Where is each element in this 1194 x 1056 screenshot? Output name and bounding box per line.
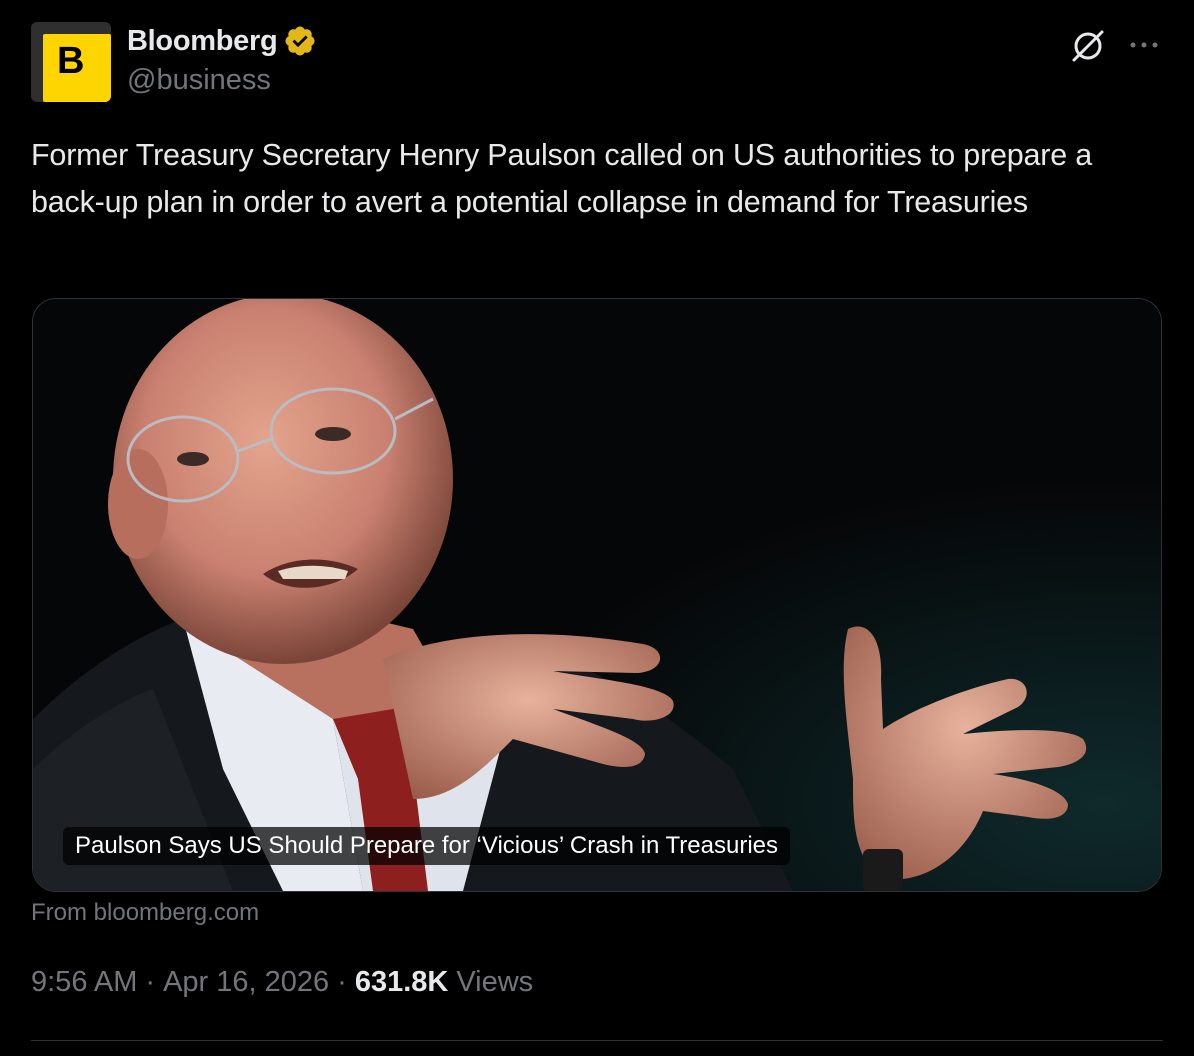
divider	[31, 1040, 1163, 1041]
views-label: Views	[456, 966, 534, 998]
tweet-time[interactable]: 9:56 AM	[31, 966, 137, 999]
tweet: B Bloomberg @business Former Treasury Se…	[0, 0, 1194, 1056]
tweet-date[interactable]: Apr 16, 2026	[163, 966, 329, 999]
views-count: 631.8K	[354, 966, 449, 998]
author-display-name[interactable]: Bloomberg	[127, 25, 278, 58]
grok-slash-circle-icon[interactable]	[1068, 26, 1108, 66]
link-card[interactable]: Paulson Says US Should Prepare for ‘Vici…	[32, 298, 1162, 892]
card-source[interactable]: From bloomberg.com	[31, 899, 259, 927]
card-caption: Paulson Says US Should Prepare for ‘Vici…	[63, 827, 791, 865]
meta-separator: ·	[337, 966, 347, 998]
article-photo	[33, 299, 1161, 891]
bloomberg-logo-icon: B	[43, 34, 111, 102]
more-horizontal-icon[interactable]	[1124, 30, 1164, 60]
author-name-row: Bloomberg	[127, 24, 317, 58]
meta-separator: ·	[145, 966, 156, 998]
tweet-meta: 9:56 AM · Apr 16, 2026 · 631.8K Views	[31, 966, 533, 999]
tweet-text: Former Treasury Secretary Henry Paulson …	[31, 138, 1093, 219]
verified-badge-icon	[285, 26, 315, 56]
author-handle[interactable]: @business	[127, 64, 271, 97]
avatar[interactable]: B	[31, 22, 111, 102]
avatar-letter: B	[57, 40, 85, 82]
